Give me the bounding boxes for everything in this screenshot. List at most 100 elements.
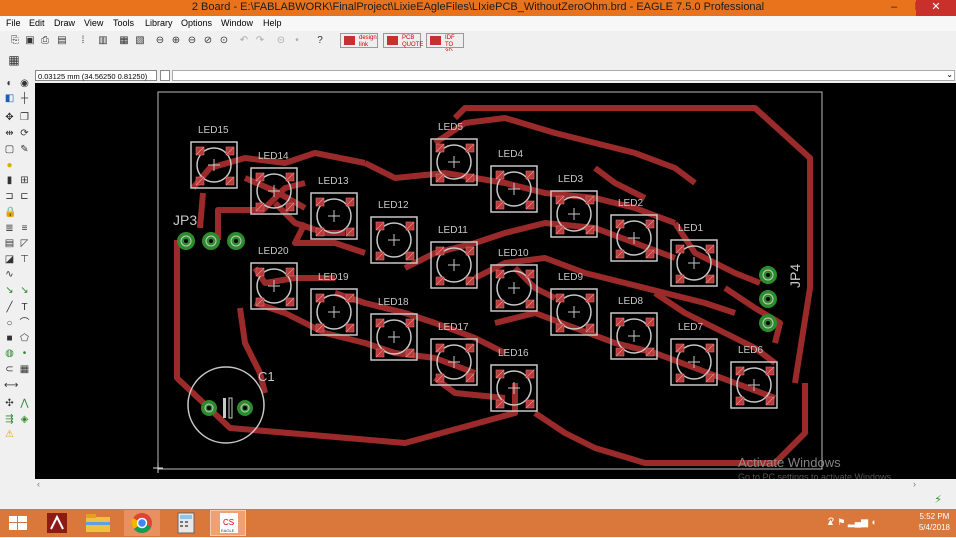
led-label: LED9 (558, 272, 583, 283)
drc-icon[interactable]: ✣ (4, 398, 15, 409)
mirror-icon[interactable]: ⇹ (4, 128, 15, 139)
signal-icon[interactable]: ∿ (4, 269, 15, 280)
schematic-icon[interactable]: ⁞ (77, 34, 89, 47)
chevron-down-icon[interactable]: ⌄ (946, 70, 953, 79)
chrome-icon[interactable] (124, 510, 160, 536)
menu-help[interactable]: Help (263, 18, 282, 28)
system-clock[interactable]: 5:52 PM 5/4/2018 (919, 511, 950, 533)
led-footprint[interactable]: LED2 (610, 198, 658, 262)
menu-view[interactable]: View (84, 18, 103, 28)
idf-button[interactable]: IDF TO 3D (426, 33, 464, 55)
mark-icon[interactable]: ┼ (19, 93, 30, 104)
eagle-icon[interactable]: CS EAGLE (210, 510, 246, 536)
save-icon[interactable]: ▣ (24, 34, 36, 47)
open-icon[interactable]: ⎘ (9, 34, 21, 47)
menu-library[interactable]: Library (145, 18, 173, 28)
menu-edit[interactable]: Edit (29, 18, 45, 28)
print-icon[interactable]: ⎙ (39, 34, 51, 47)
scroll-left-icon[interactable]: ‹ (37, 479, 40, 489)
move-icon[interactable]: ✥ (4, 112, 15, 123)
board-icon[interactable]: ▥ (97, 34, 109, 47)
horizontal-scrollbar[interactable]: ‹ › (35, 479, 956, 491)
auto-icon[interactable]: ⇶ (4, 414, 15, 425)
file-explorer-icon[interactable] (80, 510, 116, 536)
smash-icon[interactable]: ≣ (4, 223, 15, 234)
led-footprint[interactable]: LED12 (370, 200, 418, 264)
help-icon[interactable]: ? (314, 34, 326, 47)
menu-window[interactable]: Window (221, 18, 253, 28)
miter-icon[interactable]: ≡ (19, 223, 30, 234)
line-icon[interactable]: ╱ (4, 302, 15, 313)
led-footprint[interactable]: LED15 (190, 125, 238, 189)
optimize-icon[interactable]: ◸ (19, 238, 30, 249)
autorouter-icon[interactable]: ↘ (19, 285, 30, 296)
acrobat-icon[interactable] (40, 510, 76, 536)
calculator-icon[interactable] (168, 510, 204, 536)
stop-icon[interactable]: ⊝ (275, 34, 287, 47)
ripup-icon[interactable]: ⊤ (19, 254, 30, 265)
led-footprint[interactable]: LED11 (430, 225, 478, 289)
delete-icon[interactable]: ▮ (4, 175, 15, 186)
change-icon[interactable]: ✎ (19, 144, 30, 155)
designlink-button[interactable]: design link (340, 33, 378, 48)
minimize-button[interactable]: ‒ (880, 0, 908, 16)
info-icon[interactable]: ◐ (4, 78, 15, 89)
polygon-icon[interactable]: ⬠ (19, 333, 30, 344)
zoom-out-icon[interactable]: ⊖ (186, 34, 198, 47)
rect-icon[interactable]: ■ (4, 333, 15, 344)
erc-icon[interactable]: ⋀ (19, 398, 30, 409)
pad-icon[interactable]: ▦ (19, 364, 30, 375)
value-icon[interactable]: ⊏ (19, 191, 30, 202)
grid-icon[interactable]: ▦ (8, 54, 20, 67)
hole-icon[interactable]: • (19, 348, 30, 359)
run-icon[interactable]: ▧ (134, 34, 146, 47)
zoom-redraw-icon[interactable]: ⊘ (202, 34, 214, 47)
cam-icon[interactable]: ▤ (56, 34, 68, 47)
board-canvas[interactable]: LED15 LED14 LED13 LED12 LED11 LED5 LED4 LED3 LED… (35, 83, 956, 479)
name-icon[interactable]: ⊐ (4, 191, 15, 202)
wire-icon[interactable]: ↘ (4, 285, 15, 296)
undo-icon[interactable]: ↶ (238, 34, 250, 47)
group-icon[interactable]: ▢ (4, 144, 15, 155)
redo-icon[interactable]: ↷ (254, 34, 266, 47)
text-icon[interactable]: T (19, 302, 30, 313)
route-icon[interactable]: ◪ (4, 254, 15, 265)
menu-draw[interactable]: Draw (54, 18, 75, 28)
warning-icon[interactable]: ⚠ (4, 429, 15, 440)
menu-tools[interactable]: Tools (113, 18, 134, 28)
led-footprint[interactable]: LED17 (430, 322, 478, 386)
led-footprint[interactable]: LED19 (310, 272, 358, 336)
command-line-input[interactable] (172, 70, 955, 81)
paste-icon[interactable]: ● (4, 160, 15, 171)
windows-start-icon[interactable] (0, 510, 36, 536)
attribute-icon[interactable]: ⟷ (4, 380, 18, 391)
ratsnest-icon[interactable]: ⊂ (4, 364, 15, 375)
led-footprint[interactable]: LED6 (730, 345, 778, 409)
menu-options[interactable]: Options (181, 18, 212, 28)
pcb-quote-button[interactable]: PCB QUOTE (383, 33, 423, 48)
script-icon[interactable]: ▦ (118, 34, 130, 47)
scroll-right-icon[interactable]: › (913, 479, 916, 489)
led-label: LED16 (498, 348, 529, 359)
split-icon[interactable]: ▤ (4, 238, 15, 249)
tray-icons[interactable]: ▲ ⚑ ▂▄▆ ◖ (826, 517, 876, 528)
copy-icon[interactable]: ❐ (19, 112, 30, 123)
display-icon[interactable]: ◧ (4, 93, 15, 104)
zoom-in-icon[interactable]: ⊕ (170, 34, 182, 47)
zoom-fit-icon[interactable]: ⊖ (154, 34, 166, 47)
add-icon[interactable]: ⊞ (19, 175, 30, 186)
via-icon[interactable]: ◍ (4, 348, 15, 359)
command-history-button[interactable] (160, 70, 170, 81)
show-icon[interactable]: ◉ (19, 78, 30, 89)
circle-icon[interactable]: ○ (4, 318, 15, 329)
menu-file[interactable]: File (6, 18, 21, 28)
rotate-icon[interactable]: ⟳ (19, 128, 30, 139)
led-footprint[interactable]: LED13 (310, 176, 358, 240)
errors-icon[interactable]: ◈ (19, 414, 30, 425)
arc-icon[interactable]: ⌒ (19, 318, 30, 329)
go-icon[interactable]: • (291, 34, 303, 47)
lock-icon[interactable]: 🔒 (4, 207, 16, 218)
led-footprint[interactable]: LED7 (670, 322, 718, 386)
zoom-select-icon[interactable]: ⊙ (218, 34, 230, 47)
close-button[interactable]: ✕ (916, 0, 956, 16)
